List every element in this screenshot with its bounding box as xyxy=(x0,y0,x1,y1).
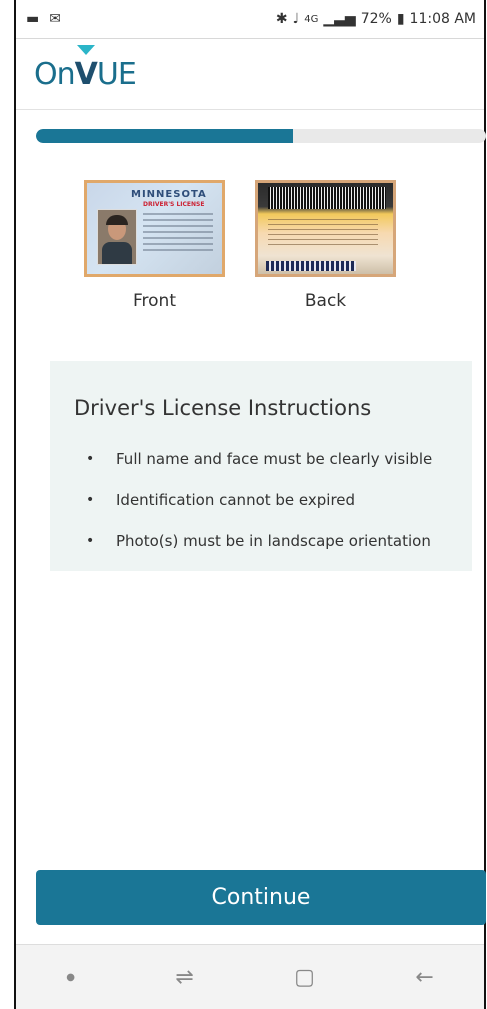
4g-icon: 4G xyxy=(304,13,319,25)
front-card[interactable]: MINNESOTA DRIVER'S LICENSE Front xyxy=(84,180,225,311)
front-subtitle-text: DRIVER'S LICENSE xyxy=(143,201,205,208)
front-state-text: MINNESOTA xyxy=(131,189,207,200)
list-item: • Full name and face must be clearly visi… xyxy=(50,438,472,479)
clock: 11:08 AM xyxy=(409,11,476,27)
logo-v-accent-icon xyxy=(76,44,95,55)
instructions-panel: Driver's License Instructions • Full name… xyxy=(50,361,472,571)
instruction-text: Identification cannot be expired xyxy=(116,490,356,509)
back-text-lines xyxy=(268,219,378,249)
front-label: Front xyxy=(133,291,176,311)
instruction-text: Full name and face must be clearly visib… xyxy=(116,449,433,468)
back-bottom-barcode xyxy=(266,261,356,271)
back-icon[interactable]: ← xyxy=(415,965,433,990)
battery-icon: ▮ xyxy=(396,11,405,27)
progress-fill xyxy=(36,129,293,143)
onvue-logo: OnV UE xyxy=(34,44,137,92)
logo-v-mark: V xyxy=(75,44,98,92)
bullet-icon: • xyxy=(86,532,95,549)
home-icon[interactable]: ▢ xyxy=(294,965,315,990)
app-header: OnV UE xyxy=(16,39,484,110)
system-nav-bar: ● ⇌ ▢ ← xyxy=(16,944,484,1009)
progress-bar xyxy=(36,129,486,143)
bullet-icon: • xyxy=(86,450,95,467)
battery-percent: 72% xyxy=(360,11,392,27)
instructions-title: Driver's License Instructions xyxy=(74,396,372,420)
mail-icon: ✉ xyxy=(49,11,61,27)
front-id-photo[interactable]: MINNESOTA DRIVER'S LICENSE xyxy=(84,180,225,277)
status-left-icons: ▬ ✉ xyxy=(26,11,61,27)
logo-ue-text: UE xyxy=(96,56,137,92)
back-barcode xyxy=(268,187,386,209)
recent-apps-icon[interactable]: ⇌ xyxy=(175,965,193,990)
list-item: • Photo(s) must be in landscape orientati… xyxy=(50,520,472,561)
back-card[interactable]: Back xyxy=(255,180,396,311)
phone-frame: ▬ ✉ ✱ ♩ 4G ▁▃▅ 72% ▮ 11:08 AM OnV UE MINN… xyxy=(14,0,486,1009)
id-cards: MINNESOTA DRIVER'S LICENSE Front Back xyxy=(16,180,484,311)
mute-icon: ♩ xyxy=(292,11,300,27)
instruction-text: Photo(s) must be in landscape orientatio… xyxy=(116,531,431,550)
continue-button[interactable]: Continue xyxy=(36,870,486,925)
status-right-icons: ✱ ♩ 4G ▁▃▅ 72% ▮ 11:08 AM xyxy=(276,11,476,27)
status-bar: ▬ ✉ ✱ ♩ 4G ▁▃▅ 72% ▮ 11:08 AM xyxy=(16,0,484,39)
list-item: • Identification cannot be expired xyxy=(50,479,472,520)
nav-dot-icon[interactable]: ● xyxy=(66,972,75,983)
id-text-lines xyxy=(143,213,213,253)
chat-icon: ▬ xyxy=(26,11,40,27)
id-portrait xyxy=(97,209,137,265)
bullet-icon: • xyxy=(86,491,95,508)
signal-icon: ▁▃▅ xyxy=(323,11,356,27)
instructions-list: • Full name and face must be clearly visi… xyxy=(50,438,472,561)
bluetooth-icon: ✱ xyxy=(275,11,288,27)
back-id-photo[interactable] xyxy=(255,180,396,277)
logo-on-text: On xyxy=(34,56,76,92)
back-label: Back xyxy=(304,291,347,311)
